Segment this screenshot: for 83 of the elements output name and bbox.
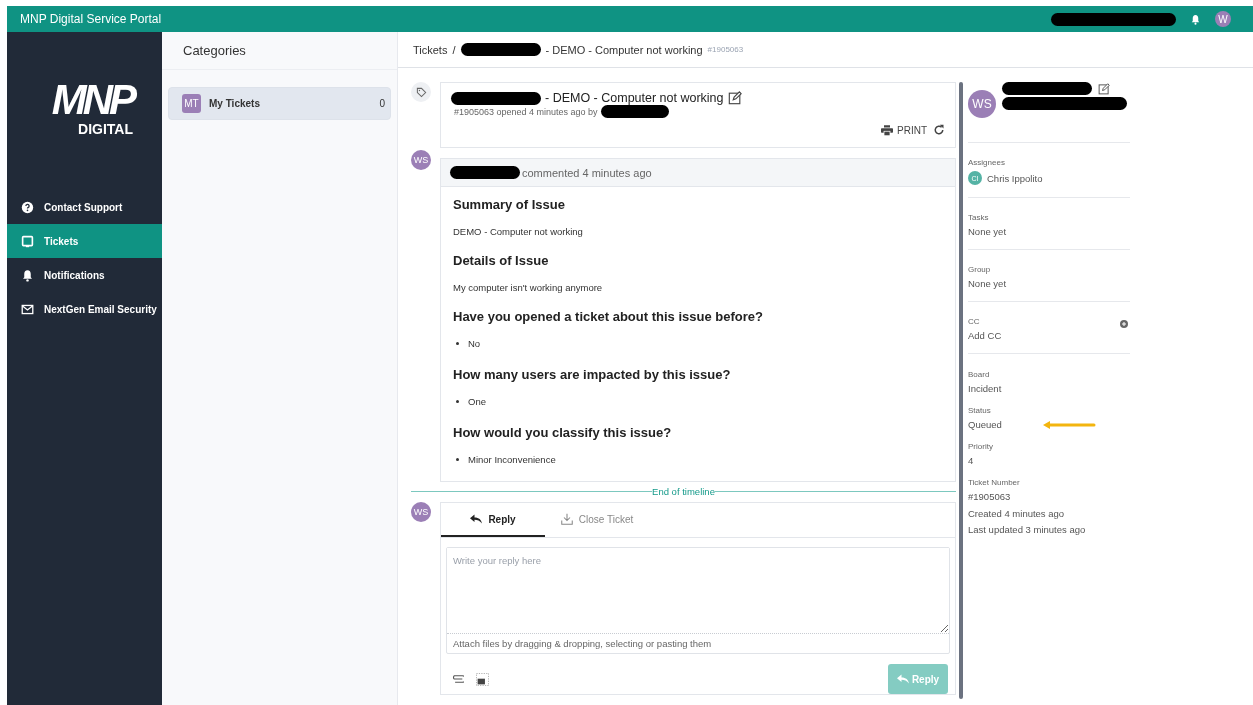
download-icon [560, 513, 573, 525]
breadcrumb-separator: / [452, 43, 456, 56]
app-title: MNP Digital Service Portal [20, 12, 163, 26]
reply-field[interactable]: Write your reply here Attach files by dragging & dropping, selecting or pasting them [446, 547, 950, 654]
bell-icon[interactable] [1190, 12, 1201, 26]
created-time: Created 4 minutes ago [968, 508, 1066, 519]
field-value: 4 [968, 455, 974, 466]
answer-text: Minor Inconvenience [468, 454, 556, 465]
refresh-icon[interactable] [933, 124, 945, 136]
sidebar-label: NextGen Email Security [44, 303, 157, 315]
field-label: Board [968, 370, 990, 379]
composer-tab[interactable]: Close Ticket [545, 503, 649, 537]
section-heading: Details of Issue [453, 253, 550, 268]
edit-icon[interactable] [1098, 82, 1110, 95]
field-label: Ticket Number [968, 478, 1020, 487]
add-link[interactable]: Add CC [968, 330, 1002, 341]
ticket-number: #1905063 [707, 45, 744, 54]
field-label: Priority [968, 442, 993, 451]
category-label: My Tickets [209, 98, 261, 109]
tag-icon [411, 82, 431, 102]
field-label: Tasks [968, 213, 989, 222]
category-badge: MT [182, 94, 201, 113]
field-value: None yet [968, 278, 1007, 289]
print-button[interactable]: PRINT [881, 124, 927, 136]
scrollbar[interactable] [959, 82, 963, 699]
ticket-title: - DEMO - Computer not working [545, 91, 724, 105]
section-heading: How would you classify this issue? [453, 425, 673, 440]
breadcrumb-link[interactable]: Tickets [413, 43, 448, 56]
bullet-icon [456, 342, 459, 345]
comment-header: commented 4 minutes ago [522, 166, 652, 179]
timeline-end-label: End of timeline [652, 486, 715, 497]
field-label: Group [968, 265, 991, 274]
breadcrumb-title: - DEMO - Computer not working [545, 43, 703, 56]
bell-icon [21, 268, 34, 282]
sidebar-label: Tickets [44, 235, 79, 247]
add-icon[interactable] [1120, 320, 1128, 328]
composer-tab[interactable]: Reply [441, 503, 545, 537]
field-label: Status [968, 406, 991, 415]
sidebar-item[interactable]: NextGen Email Security [7, 292, 162, 326]
field-value: Queued [968, 419, 1002, 430]
user-avatar: WS [968, 90, 996, 118]
sidebar-item[interactable]: Tickets [7, 224, 162, 258]
answer-text: No [468, 338, 481, 349]
section-heading: How many users are impacted by this issue? [453, 367, 732, 382]
bullet-icon [456, 458, 459, 461]
redaction-mark [450, 166, 520, 179]
ticket-meta: #1905063 opened 4 minutes ago by [454, 106, 598, 117]
redaction-mark [600, 105, 669, 118]
sidebar-label: Contact Support [44, 201, 123, 213]
panel-title: Categories [183, 43, 246, 58]
section-heading: Summary of Issue [453, 197, 566, 212]
category-count: 0 [379, 98, 385, 109]
field-value: Incident [968, 383, 1002, 394]
sidebar-item[interactable]: Contact Support [7, 190, 162, 224]
field-value: #1905063 [968, 491, 1011, 502]
updated-time: Last updated 3 minutes ago [968, 524, 1087, 535]
image-icon[interactable] [476, 672, 489, 686]
mail-icon [21, 302, 34, 316]
sidebar-item[interactable]: Notifications [7, 258, 162, 292]
reply-icon [896, 674, 909, 684]
answer-text: My computer isn't working anymore [453, 282, 604, 293]
section-heading: Have you opened a ticket about this issue before? [453, 309, 764, 324]
printer-icon [881, 124, 893, 136]
category-item[interactable]: MT My Tickets 0 [168, 87, 391, 120]
arrow-annotation-icon [1041, 419, 1096, 430]
answer-text: One [468, 396, 486, 407]
edit-icon[interactable] [727, 91, 742, 105]
help-icon [21, 200, 34, 214]
bullet-icon [456, 400, 459, 403]
field-label: Assignees [968, 158, 1005, 167]
user-avatar: WS [411, 150, 431, 170]
sidebar-label: Notifications [44, 269, 105, 281]
field-value: None yet [968, 226, 1007, 237]
field-label: CC [968, 317, 980, 326]
attach-hint: Attach files by dragging & dropping, selecting or pasting them [452, 637, 713, 651]
logo-wordmark: MNP [51, 80, 133, 120]
answer-text: DEMO - Computer not working [453, 226, 584, 237]
user-avatar: WS [411, 502, 431, 522]
reply-icon [470, 514, 483, 524]
logo-subtitle: DIGITAL [78, 120, 133, 138]
paperclip-icon[interactable] [451, 675, 464, 683]
inbox-icon [21, 234, 34, 248]
assignee-name: Chris Ippolito [987, 172, 1043, 184]
